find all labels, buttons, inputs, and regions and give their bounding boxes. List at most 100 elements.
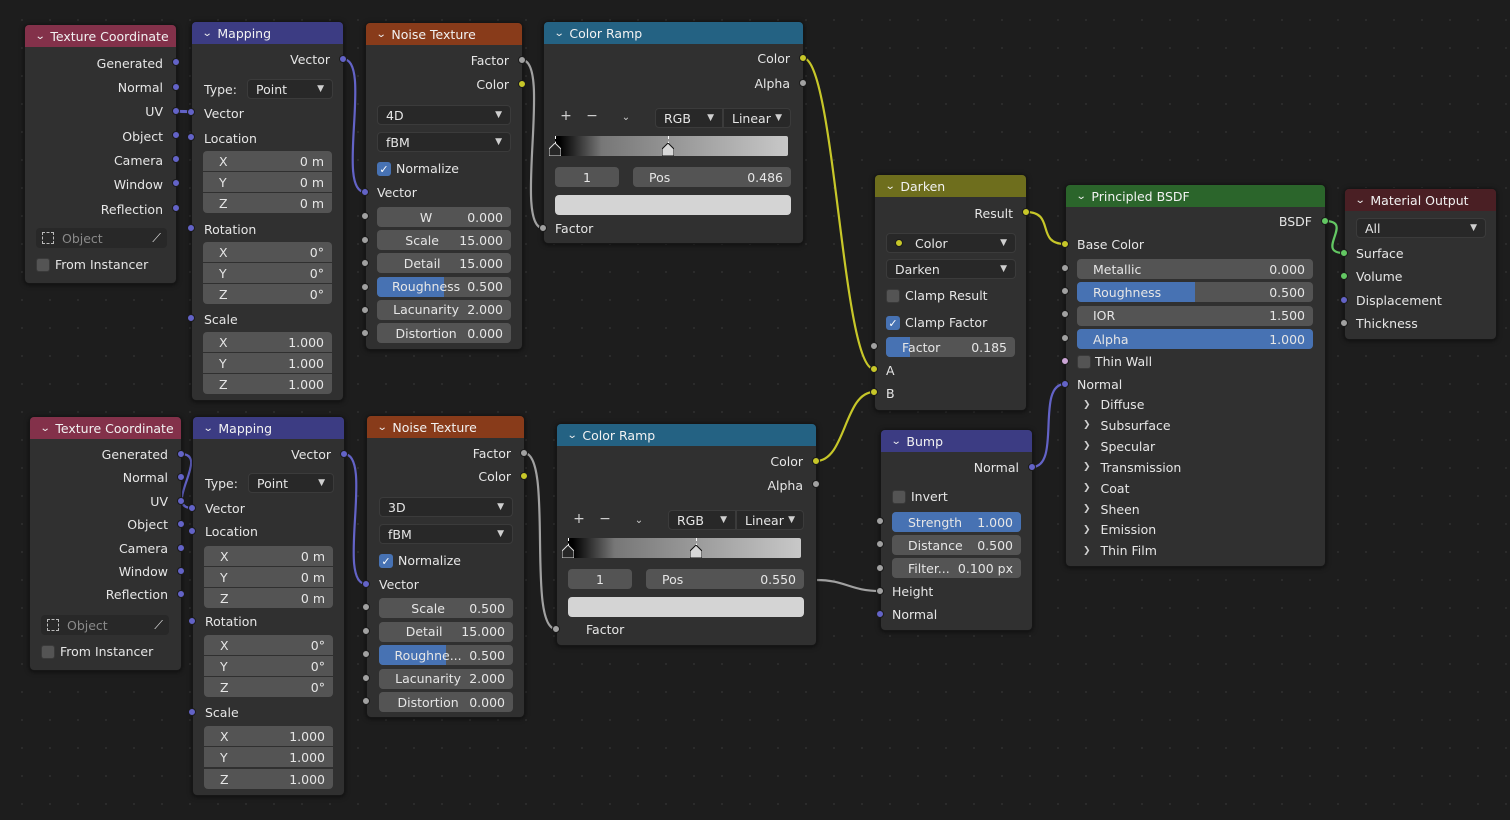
material-output-node[interactable]: ⌄ Material Output All ▼ Surface Volume Dis… <box>1344 188 1497 340</box>
filter-width-field[interactable]: Filter... 0.100 px <box>892 558 1021 578</box>
socket-map1-location[interactable] <box>187 133 195 141</box>
w-slider[interactable]: W 0.000 <box>377 207 511 227</box>
rotation-x-field[interactable]: X 0° <box>204 635 333 655</box>
detail-slider[interactable]: Detail 15.000 <box>379 621 513 642</box>
location-x-field[interactable]: X 0 m <box>204 546 333 566</box>
scale-x-field[interactable]: X 1.000 <box>204 726 333 746</box>
node-header[interactable]: ⌄ Texture Coordinate <box>30 417 181 439</box>
socket-bsdf-normal[interactable] <box>1061 380 1069 388</box>
color-mode-dropdown[interactable]: RGB ▼ <box>668 510 736 530</box>
socket-map2-location[interactable] <box>188 527 196 535</box>
socket-r1-color[interactable] <box>799 54 807 62</box>
socket-tc1-generated[interactable] <box>172 58 180 66</box>
node-header[interactable]: ⌄ Texture Coordinate <box>25 25 176 47</box>
socket-tc2-object[interactable] <box>177 520 185 528</box>
socket-r1-factor[interactable] <box>539 224 547 232</box>
socket-out-surface[interactable] <box>1340 249 1348 257</box>
thin-wall-checkbox[interactable] <box>1077 355 1091 369</box>
socket-dk-factor[interactable] <box>870 342 878 350</box>
node-header[interactable]: ⌄ Noise Texture <box>367 416 524 438</box>
lacunarity-slider[interactable]: Lacunarity 2.000 <box>379 668 513 689</box>
eyedropper-icon[interactable]: ⟋ <box>152 230 161 246</box>
socket-tc2-window[interactable] <box>177 567 185 575</box>
metallic-slider[interactable]: Metallic 0.000 <box>1077 259 1313 279</box>
node-header[interactable]: ⌄ Bump <box>881 430 1032 452</box>
panel-transmission[interactable]: ❯ Transmission <box>1083 460 1181 475</box>
panel-thin-film[interactable]: ❯ Thin Film <box>1083 543 1157 558</box>
socket-bsdf-alpha[interactable] <box>1061 334 1069 342</box>
dimensions-dropdown[interactable]: 4D ▼ <box>377 105 511 125</box>
chevron-down-icon[interactable]: ⌄ <box>40 423 51 434</box>
distortion-slider[interactable]: Distortion 0.000 <box>379 692 513 712</box>
socket-tc1-reflection[interactable] <box>172 204 180 212</box>
panel-emission[interactable]: ❯ Emission <box>1083 522 1156 537</box>
socket-n1-dist[interactable] <box>361 329 369 337</box>
socket-n1-color[interactable] <box>518 80 526 88</box>
socket-bump-filter[interactable] <box>876 564 884 572</box>
node-header[interactable]: ⌄ Darken <box>875 175 1026 197</box>
socket-bump-strength[interactable] <box>876 517 884 525</box>
socket-out-thickness[interactable] <box>1340 319 1348 327</box>
location-x-field[interactable]: X 0 m <box>203 151 332 171</box>
data-type-dropdown[interactable]: Color ▼ <box>886 233 1016 253</box>
scale-y-field[interactable]: Y 1.000 <box>203 353 332 373</box>
roughness-slider[interactable]: Roughness 0.500 <box>1077 282 1313 303</box>
node-header[interactable]: ⌄ Color Ramp <box>544 22 803 44</box>
socket-r2-color[interactable] <box>812 457 820 465</box>
panel-subsurface[interactable]: ❯ Subsurface <box>1083 418 1171 433</box>
factor-slider[interactable]: Factor 0.185 <box>886 337 1015 357</box>
chevron-down-icon[interactable]: ⌄ <box>567 430 578 441</box>
chevron-down-icon[interactable]: ⌄ <box>1355 195 1366 206</box>
color-ramp-node[interactable]: ⌄ Color Ramp Color Alpha + − ⌄ RGB ▼ Linea… <box>556 423 817 646</box>
chevron-down-icon[interactable]: ⌄ <box>891 436 902 447</box>
socket-n1-factor[interactable] <box>518 56 526 64</box>
socket-tc2-camera[interactable] <box>177 544 185 552</box>
chevron-down-icon[interactable]: ⌄ <box>35 31 46 42</box>
stop-position-field[interactable]: Pos 0.486 <box>633 167 791 187</box>
normalize-checkbox[interactable]: ✓ <box>379 554 393 568</box>
distance-field[interactable]: Distance 0.500 <box>892 535 1021 555</box>
dimensions-dropdown[interactable]: 3D ▼ <box>379 497 513 517</box>
socket-tc1-uv[interactable] <box>172 107 180 115</box>
socket-map1-out[interactable] <box>339 55 347 63</box>
color-mode-dropdown[interactable]: RGB ▼ <box>655 108 723 128</box>
socket-n2-detail[interactable] <box>362 627 370 635</box>
socket-n1-rough[interactable] <box>361 283 369 291</box>
eyedropper-icon[interactable]: ⟋ <box>154 617 163 633</box>
mapping-type-dropdown[interactable]: Point ▼ <box>247 79 333 99</box>
mix-darken-node[interactable]: ⌄ Darken Result Color ▼ Darken ▼ Clamp Resu… <box>874 174 1027 411</box>
chevron-down-icon[interactable]: ⌄ <box>203 423 214 434</box>
node-header[interactable]: ⌄ Mapping <box>192 22 343 44</box>
color-ramp-node[interactable]: ⌄ Color Ramp Color Alpha + − ⌄ RGB ▼ Linea… <box>543 21 804 244</box>
scale-x-field[interactable]: X 1.000 <box>203 332 332 352</box>
rotation-x-field[interactable]: X 0° <box>203 242 332 262</box>
stop-index-field[interactable]: 1 <box>568 569 632 589</box>
location-z-field[interactable]: Z 0 m <box>204 588 333 608</box>
socket-bsdf-metal[interactable] <box>1061 264 1069 272</box>
node-header[interactable]: ⌄ Mapping <box>193 417 344 439</box>
from-instancer-checkbox[interactable] <box>41 645 55 659</box>
panel-sheen[interactable]: ❯ Sheen <box>1083 502 1140 517</box>
chevron-down-icon[interactable]: ⌄ <box>1076 191 1087 202</box>
socket-n2-dist[interactable] <box>362 697 370 705</box>
ior-slider[interactable]: IOR 1.500 <box>1077 305 1313 326</box>
socket-out-volume[interactable] <box>1340 272 1348 280</box>
add-stop-icon[interactable]: + <box>572 511 586 527</box>
stop-color-swatch[interactable] <box>568 597 804 617</box>
socket-dk-a[interactable] <box>870 365 878 373</box>
socket-r2-alpha[interactable] <box>812 480 820 488</box>
interpolation-dropdown[interactable]: Linear ▼ <box>736 510 804 530</box>
ramp-stop-handle-active[interactable] <box>662 143 675 156</box>
node-header[interactable]: ⌄ Principled BSDF <box>1066 185 1325 207</box>
detail-slider[interactable]: Detail 15.000 <box>377 253 511 274</box>
socket-n1-detail[interactable] <box>361 259 369 267</box>
socket-n1-w[interactable] <box>361 212 369 220</box>
socket-dk-result[interactable] <box>1022 208 1030 216</box>
socket-bsdf-base[interactable] <box>1061 240 1069 248</box>
remove-stop-icon[interactable]: − <box>598 511 612 527</box>
socket-n2-scale[interactable] <box>362 603 370 611</box>
socket-out-displacement[interactable] <box>1340 296 1348 304</box>
socket-map2-rotation[interactable] <box>188 617 196 625</box>
add-stop-icon[interactable]: + <box>559 108 573 124</box>
socket-bsdf-out[interactable] <box>1321 217 1329 225</box>
